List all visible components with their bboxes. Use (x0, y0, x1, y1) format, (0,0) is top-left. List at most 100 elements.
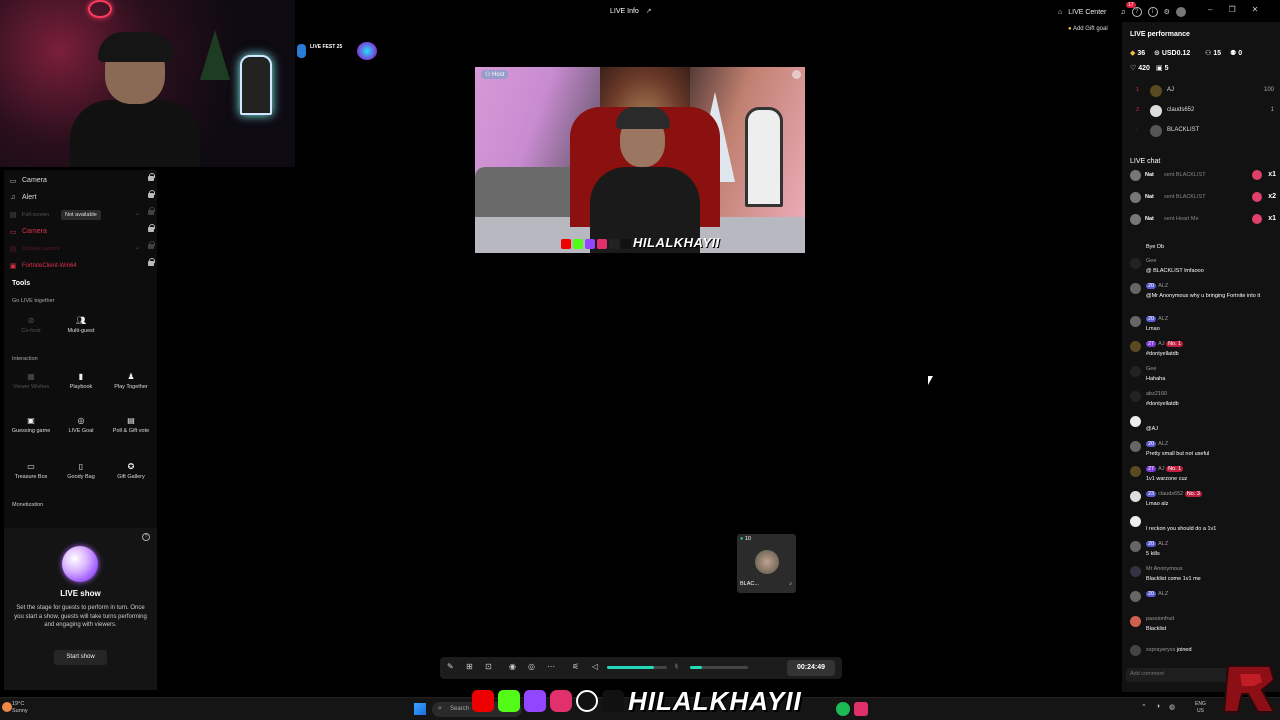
mixer-icon[interactable]: ⚟ (572, 662, 579, 671)
window-icon: ▣ (9, 262, 17, 270)
gift-gallery-button[interactable]: ✪ Gift Gallery (106, 458, 156, 492)
twitch-icon (524, 690, 546, 712)
goody-bag-button[interactable]: ▯ Goody Bag (56, 458, 106, 492)
more-icon[interactable]: ⋯ (547, 662, 555, 671)
guest-avatar (755, 550, 779, 574)
lock-icon[interactable] (148, 258, 155, 268)
target-icon: ◎ (77, 416, 85, 425)
help-icon[interactable]: ? (142, 533, 150, 541)
bell-icon[interactable]: ♫ (1120, 9, 1125, 16)
bag-icon: ▯ (78, 462, 84, 471)
followers-stat: ⚉ 0 (1230, 50, 1243, 57)
host-badge: ⚇ Host (481, 70, 509, 79)
minimize-icon[interactable]: – (1208, 5, 1212, 14)
guest-name: BLAC... (740, 581, 759, 587)
cohost-button[interactable]: ⊘ Co-host (6, 312, 56, 346)
network-icon[interactable]: ◍ (1169, 703, 1175, 711)
close-icon[interactable]: ✕ (1252, 5, 1259, 14)
search-icon: ⌕ (438, 705, 442, 712)
settings-dot-icon[interactable] (792, 70, 801, 79)
record-icon[interactable]: ◉ (509, 662, 516, 671)
diamonds-stat: ◆ 36 (1130, 50, 1146, 57)
treasure-box-button[interactable]: ▭ Treasure Box (6, 458, 56, 492)
chevron-down-icon[interactable]: ⌄ (135, 210, 140, 217)
brand-logo-icon (1222, 665, 1276, 713)
restore-icon[interactable]: ❐ (1228, 5, 1235, 14)
lock-icon[interactable] (148, 190, 155, 200)
stream-name-overlay: HILALKHAYII (633, 235, 720, 250)
source-alert[interactable]: ♫ Alert (8, 189, 156, 206)
avatar (1130, 316, 1141, 327)
multiguest-button[interactable]: 👥︎ Multi-guest (56, 312, 106, 346)
ranking-row[interactable]: 2 clauds652 1 (1130, 103, 1274, 120)
chevron-up-icon[interactable]: ⌃ (1141, 703, 1147, 711)
source-display-capture[interactable]: ▤ Display capture ⌄ (8, 240, 156, 257)
diamond-icon: ◆ (1130, 50, 1136, 57)
guessing-game-button[interactable]: ▣ Guessing game (6, 412, 56, 446)
live-info-link[interactable]: LIVE Info ↗ (610, 7, 652, 15)
weather-widget[interactable]: 19°C Sunny (12, 701, 28, 715)
lock-icon[interactable] (148, 173, 155, 183)
microphone-icon[interactable]: ♮ (675, 662, 678, 671)
avatar[interactable] (1175, 7, 1186, 17)
lock-icon[interactable] (148, 224, 155, 234)
search-label: Search (450, 706, 470, 712)
arcade-machine (745, 107, 783, 207)
lock-icon[interactable] (148, 207, 155, 217)
source-camera-error[interactable]: ▭ Camera (8, 223, 156, 240)
tiktok-icon (621, 239, 631, 249)
language-indicator[interactable]: ENG US (1195, 701, 1206, 715)
live-goal-button[interactable]: ◎ LIVE Goal (56, 412, 106, 446)
youtube-icon (561, 239, 571, 249)
help-icon[interactable]: ? (1131, 7, 1142, 17)
mic-slider[interactable] (690, 666, 748, 669)
earnings-stat: ⊙ USD0.12 (1154, 50, 1191, 57)
play-together-button[interactable]: ♟ Play Together (106, 368, 156, 402)
guest-tile[interactable]: ● 10 BLAC... ♪ (737, 534, 796, 593)
app-tray-icon[interactable]: ◑ (1156, 703, 1160, 711)
info-icon[interactable]: i (1147, 7, 1158, 17)
tool-label: Playbook (69, 384, 93, 390)
layout-icon[interactable]: ⊞ (466, 662, 473, 671)
playbook-button[interactable]: ▮ Playbook (56, 368, 106, 402)
speaker-icon[interactable]: ◁ (592, 662, 598, 671)
scene-icon[interactable]: ⊡ (485, 662, 492, 671)
gear-icon[interactable]: ⚙ (1164, 8, 1170, 16)
notification-badge: 17 (1126, 2, 1136, 8)
volume-slider[interactable] (607, 666, 667, 669)
windows-start-icon[interactable] (414, 703, 426, 715)
bell-icon: ♫ (10, 194, 16, 201)
mouse-cursor (928, 376, 933, 385)
streamer (70, 32, 200, 167)
webcam-overlay (0, 0, 295, 167)
source-fortnite[interactable]: ▣ FortniteClient-Win64 (8, 257, 156, 274)
camera-icon: ▭ (9, 177, 17, 185)
kick-icon (498, 690, 520, 712)
tiktok-icon (602, 690, 624, 712)
avatar (1130, 283, 1141, 294)
ranking-row[interactable]: - BLACKLIST (1130, 123, 1274, 140)
tiktok-live-icon[interactable] (854, 702, 868, 716)
chevron-down-icon[interactable]: ⌄ (135, 244, 140, 251)
magic-icon[interactable]: ✎ (447, 662, 454, 671)
source-camera[interactable]: ▭ Camera (8, 172, 156, 189)
live-show-description: Set the stage for guests to perform in t… (14, 605, 147, 628)
poll-gift-vote-button[interactable]: ▤ Poll & Gift vote (106, 412, 156, 446)
avatar (1130, 466, 1141, 477)
live-show-card: ? LIVE show Set the stage for guests to … (4, 528, 157, 690)
users-icon: ⚇ (1205, 50, 1212, 57)
effects-icon[interactable]: ◎ (528, 662, 535, 671)
lock-icon[interactable] (148, 241, 155, 251)
viewer-wishes-button[interactable]: ▦ Viewer Wishes (6, 368, 56, 402)
start-show-button[interactable]: Start show (54, 650, 107, 665)
stream-preview[interactable]: ⚇ Host HILALKHAYII (475, 67, 805, 253)
spotify-icon[interactable] (836, 702, 850, 716)
user-icon: ⚇ (485, 72, 493, 78)
ranking-row[interactable]: 1 AJ 100 (1130, 83, 1274, 100)
add-gift-goal-button[interactable]: ● Add Gift goal (1068, 26, 1108, 32)
live-center-button[interactable]: LIVE Center (1068, 9, 1106, 16)
mic-icon[interactable]: ♪ (789, 581, 792, 587)
live-chat-title: LIVE chat (1130, 158, 1161, 165)
dice-icon: ▣ (27, 416, 35, 425)
gift-icon (1252, 192, 1262, 202)
